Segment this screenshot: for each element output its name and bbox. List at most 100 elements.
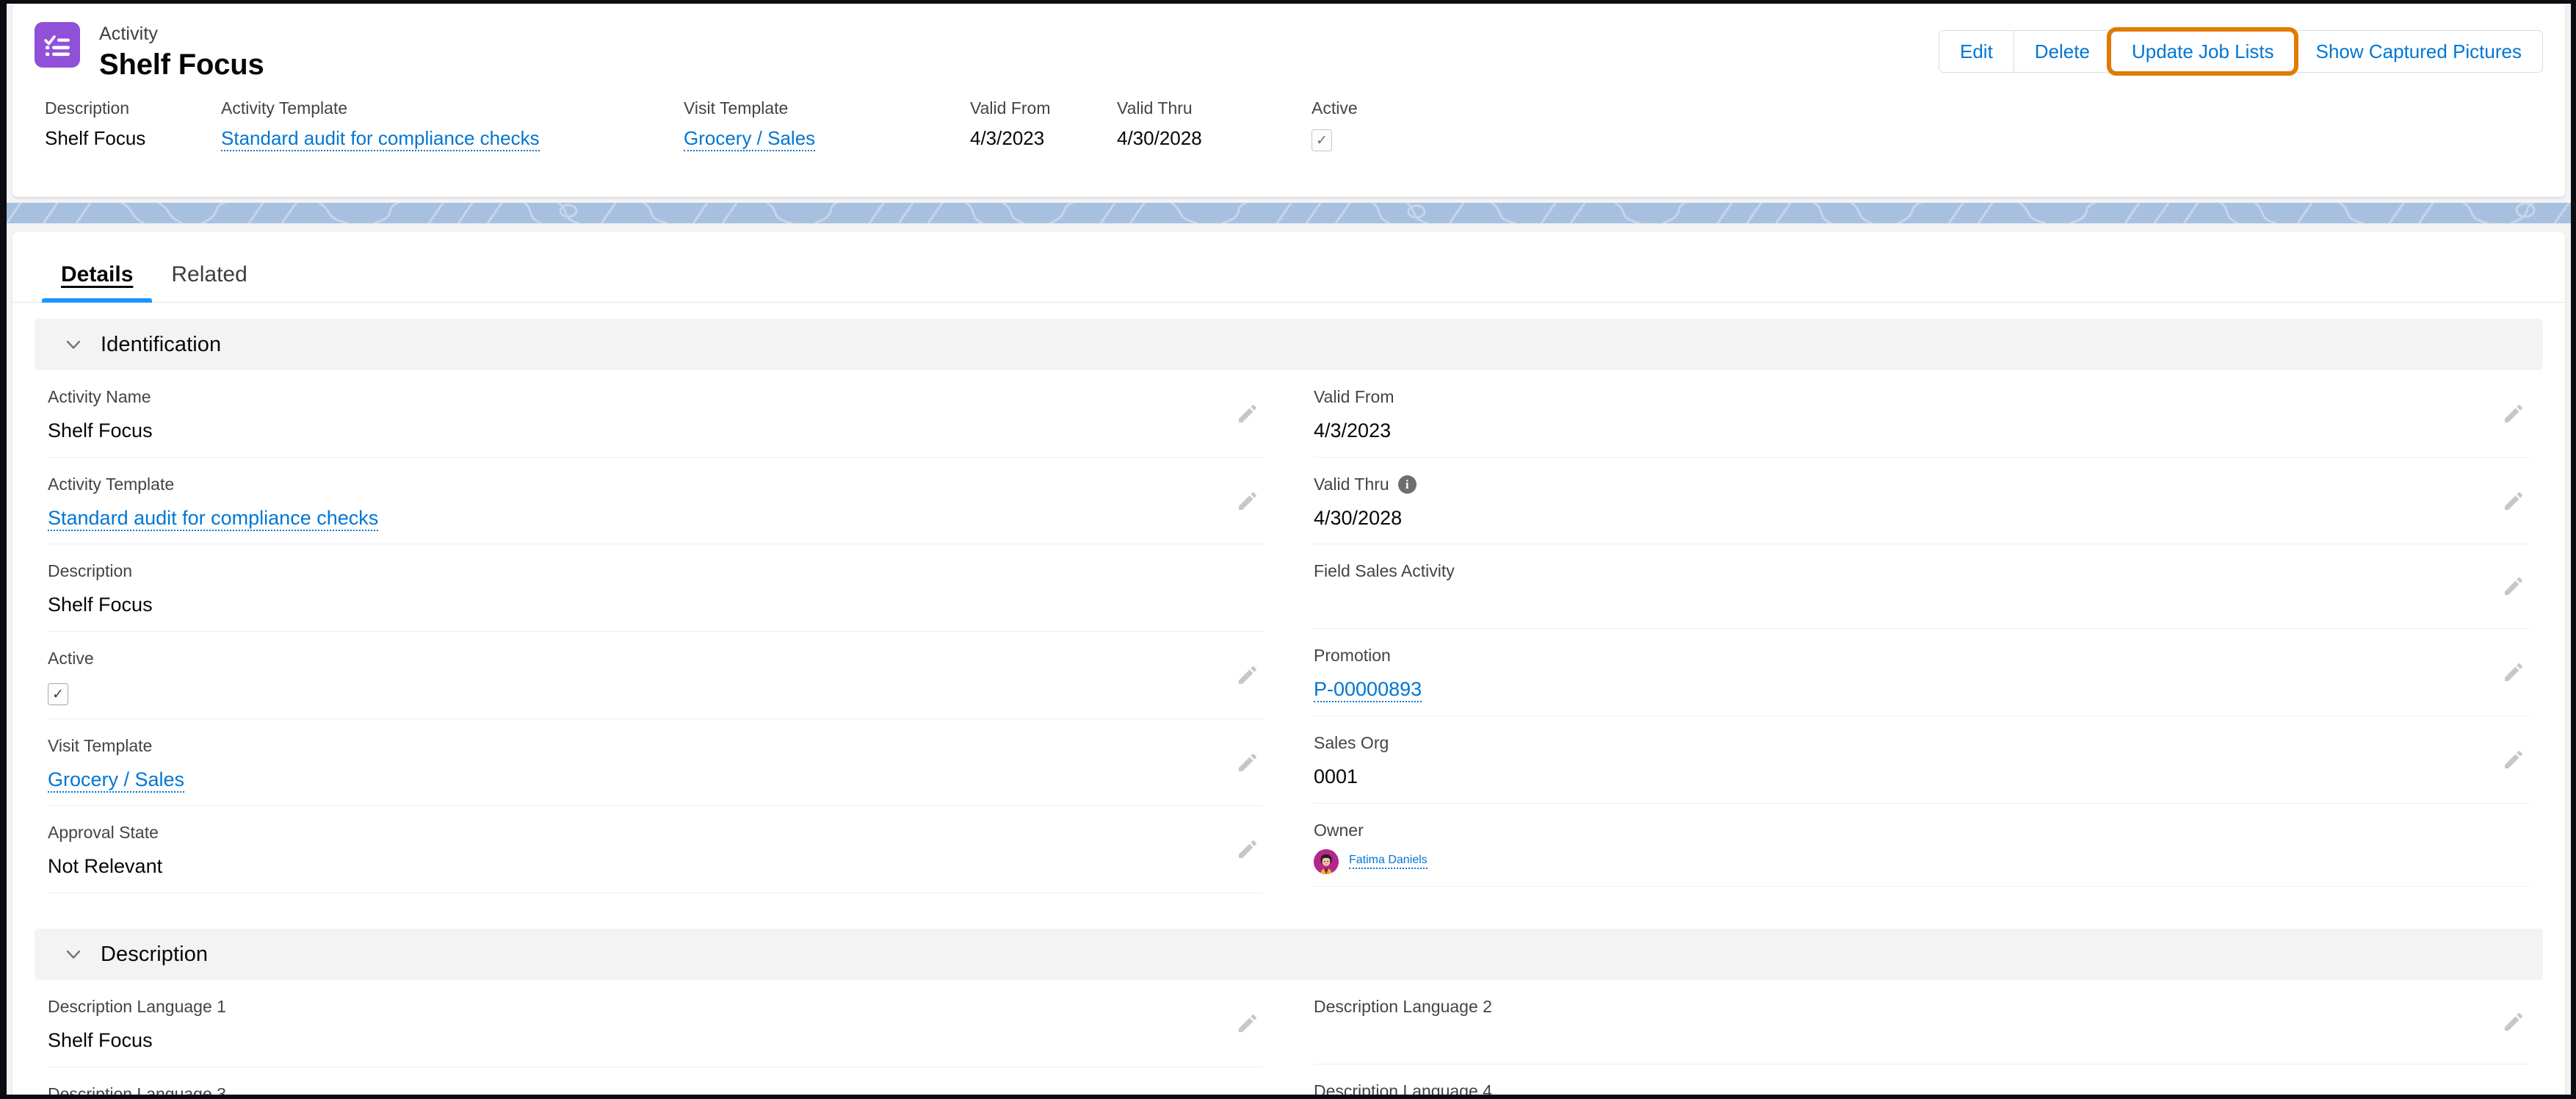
- compact-field-active: Active ✓: [1311, 98, 1436, 152]
- compact-label: Active: [1311, 98, 1358, 118]
- identification-right-column: Valid From 4/3/2023 Valid Thru i 4/30/20…: [1289, 370, 2543, 893]
- field-label: Description Language 2: [1314, 997, 1492, 1017]
- field-description-language-1: Description Language 1 Shelf Focus: [48, 980, 1264, 1067]
- edit-pencil-icon[interactable]: [1236, 489, 1259, 513]
- edit-pencil-icon[interactable]: [2502, 748, 2525, 771]
- field-label: Active: [48, 649, 94, 669]
- edit-pencil-icon[interactable]: [1236, 751, 1259, 774]
- compact-label: Valid From: [970, 98, 1051, 118]
- visit-template-link[interactable]: Grocery / Sales: [684, 126, 816, 151]
- field-approval-state: Approval State Not Relevant: [48, 806, 1264, 894]
- field-label: Valid Thru: [1314, 474, 1389, 494]
- field-description-language-4: Description Language 4: [1314, 1064, 2530, 1095]
- compact-field-description: Description Shelf Focus: [45, 98, 221, 151]
- field-label: Description: [48, 561, 133, 581]
- description-right-column: Description Language 2 Description Langu…: [1289, 980, 2543, 1095]
- compact-field-valid-from: Valid From 4/3/2023: [970, 98, 1117, 151]
- record-page-viewport: Activity Shelf Focus Edit Delete Update …: [7, 4, 2571, 1095]
- section-header-description[interactable]: Description: [35, 929, 2543, 981]
- action-button-group: Edit Delete Update Job Lists Show Captur…: [1938, 27, 2543, 76]
- field-description: Description Shelf Focus: [48, 544, 1264, 633]
- field-label: Description Language 4: [1314, 1081, 1492, 1095]
- field-owner: Owner Fatima Daniels: [1314, 804, 2530, 887]
- edit-pencil-icon[interactable]: [1236, 837, 1259, 861]
- compact-field-valid-thru: Valid Thru 4/30/2028: [1117, 98, 1311, 151]
- field-value: Shelf Focus: [48, 594, 153, 616]
- edit-pencil-icon[interactable]: [1236, 663, 1259, 687]
- edit-button[interactable]: Edit: [1939, 31, 2014, 72]
- activity-checklist-icon: [35, 22, 80, 68]
- compact-field-row: Description Shelf Focus Activity Templat…: [12, 98, 2565, 152]
- field-value: [1314, 591, 2530, 616]
- owner-link[interactable]: Fatima Daniels: [1349, 854, 1428, 870]
- field-label: Activity Template: [48, 474, 175, 494]
- active-checkbox: ✓: [1311, 129, 1332, 152]
- delete-button[interactable]: Delete: [2013, 31, 2110, 72]
- field-valid-thru: Valid Thru i 4/30/2028: [1314, 458, 2530, 545]
- field-value: 4/3/2023: [1314, 419, 1392, 442]
- highlights-top-row: Activity Shelf Focus Edit Delete Update …: [12, 4, 2565, 98]
- edit-pencil-icon[interactable]: [1236, 1012, 1259, 1035]
- avatar: [1314, 848, 1339, 874]
- promotion-link[interactable]: P-00000893: [1314, 678, 1422, 703]
- field-value: Not Relevant: [48, 855, 163, 878]
- compact-value: Shelf Focus: [45, 126, 146, 149]
- compact-label: Valid Thru: [1117, 98, 1193, 118]
- field-value: 0001: [1314, 765, 1358, 788]
- active-checkbox: ✓: [48, 683, 68, 706]
- record-detail-card: Details Related Identification Activity …: [12, 232, 2565, 1095]
- edit-pencil-icon[interactable]: [2502, 402, 2525, 425]
- compact-field-visit-template: Visit Template Grocery / Sales: [684, 98, 970, 151]
- field-label: Description Language 1: [48, 997, 226, 1017]
- section-title: Identification: [101, 332, 222, 356]
- object-type-label: Activity: [99, 24, 158, 44]
- activity-template-detail-link[interactable]: Standard audit for compliance checks: [48, 506, 379, 531]
- update-job-lists-button[interactable]: Update Job Lists: [2106, 27, 2298, 76]
- compact-value: 4/30/2028: [1117, 126, 1202, 149]
- field-label: Activity Name: [48, 387, 151, 406]
- description-field-grid: Description Language 1 Shelf Focus Descr…: [12, 980, 2565, 1095]
- field-label: Sales Org: [1314, 732, 1389, 752]
- chevron-down-icon[interactable]: [62, 943, 84, 965]
- compact-label: Description: [45, 98, 130, 118]
- field-label: Visit Template: [48, 735, 153, 755]
- chevron-down-icon[interactable]: [62, 334, 84, 356]
- field-value: Shelf Focus: [48, 1029, 153, 1052]
- page-title: Shelf Focus: [99, 48, 264, 82]
- description-left-column: Description Language 1 Shelf Focus Descr…: [35, 980, 1289, 1095]
- field-field-sales-activity: Field Sales Activity: [1314, 544, 2530, 630]
- identification-field-grid: Activity Name Shelf Focus Activity Templ…: [12, 370, 2565, 894]
- edit-pencil-icon[interactable]: [1236, 402, 1259, 425]
- app-window: Activity Shelf Focus Edit Delete Update …: [0, 0, 2576, 1099]
- tab-bar: Details Related: [12, 232, 2565, 303]
- edit-pencil-icon[interactable]: [2502, 489, 2525, 513]
- field-description-language-2: Description Language 2: [1314, 980, 2530, 1065]
- tab-details[interactable]: Details: [42, 264, 153, 303]
- field-label: Approval State: [48, 823, 159, 843]
- visit-template-detail-link[interactable]: Grocery / Sales: [48, 768, 185, 793]
- edit-pencil-icon[interactable]: [2502, 660, 2525, 684]
- field-label: Description Language 3: [48, 1084, 226, 1095]
- edit-pencil-icon[interactable]: [2502, 574, 2525, 598]
- field-value: [1314, 1027, 2530, 1052]
- field-label: Promotion: [1314, 646, 1391, 666]
- compact-label: Visit Template: [684, 98, 789, 118]
- compact-value: 4/3/2023: [970, 126, 1045, 149]
- info-icon[interactable]: i: [1397, 475, 1417, 494]
- decorative-banner: [7, 203, 2571, 223]
- tab-related[interactable]: Related: [152, 264, 266, 302]
- record-highlights-panel: Activity Shelf Focus Edit Delete Update …: [12, 4, 2565, 197]
- record-title-block: Activity Shelf Focus: [99, 20, 264, 83]
- field-activity-template: Activity Template Standard audit for com…: [48, 458, 1264, 545]
- field-activity-name: Activity Name Shelf Focus: [48, 370, 1264, 458]
- record-actions: Edit Delete Update Job Lists Show Captur…: [1938, 27, 2543, 76]
- compact-field-activity-template: Activity Template Standard audit for com…: [221, 98, 684, 151]
- field-label: Owner: [1314, 820, 1364, 840]
- field-value: 4/30/2028: [1314, 506, 1403, 529]
- section-header-identification[interactable]: Identification: [35, 319, 2543, 370]
- show-captured-pictures-button[interactable]: Show Captured Pictures: [2294, 31, 2542, 72]
- field-label: Valid From: [1314, 387, 1394, 406]
- edit-pencil-icon[interactable]: [2502, 1010, 2525, 1034]
- activity-template-link[interactable]: Standard audit for compliance checks: [221, 126, 540, 151]
